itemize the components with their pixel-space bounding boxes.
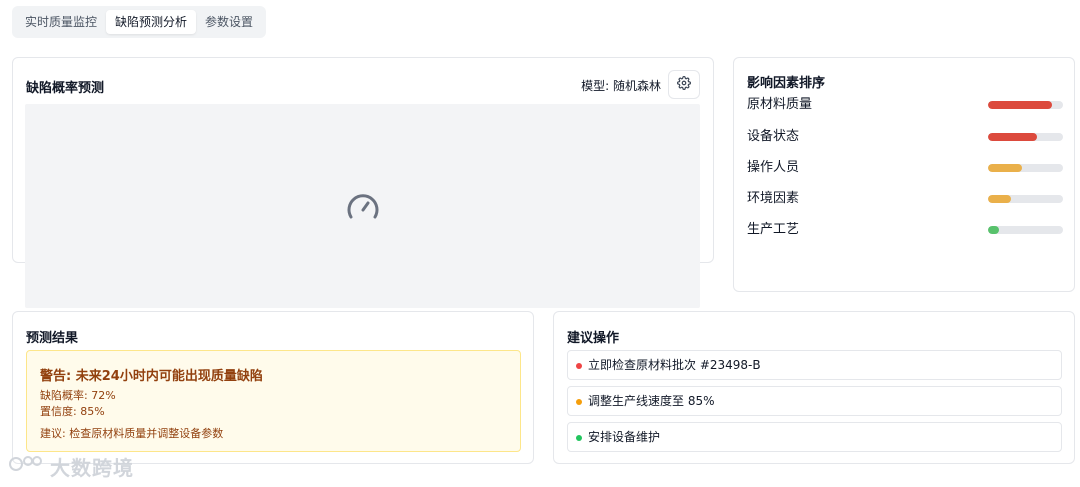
tab-parameter-settings[interactable]: 参数设置 [196,10,262,34]
action-item[interactable]: 立即检查原材料批次 #23498-B [567,350,1062,380]
watermark-text: 大数跨境 [50,456,134,480]
actions-title: 建议操作 [567,331,620,346]
factor-bar-fill [988,133,1037,141]
factor-label: 原材料质量 [747,97,813,112]
gear-icon [677,75,691,94]
factor-bar-track [988,164,1063,172]
settings-button[interactable] [668,70,700,99]
factor-bar-fill [988,226,1000,234]
action-text: 立即检查原材料批次 #23498-B [588,358,761,372]
factor-row: 设备状态 [747,127,1063,147]
tab-bar: 实时质量监控 缺陷预测分析 参数设置 [12,6,267,38]
factor-row: 生产工艺 [747,220,1063,240]
factors-title: 影响因素排序 [747,76,826,91]
action-text: 调整生产线速度至 85% [588,394,715,408]
factors-card: 影响因素排序 原材料质量 设备状态 操作人员 环境因素 生产工艺 [733,57,1075,292]
tab-realtime-monitor[interactable]: 实时质量监控 [16,10,106,34]
factor-label: 环境因素 [747,191,800,206]
defect-probability: 缺陷概率: 72% [40,389,116,402]
suggestion: 建议: 检查原材料质量并调整设备参数 [40,427,224,440]
model-label: 模型: 随机森林 [581,79,661,93]
status-dot-icon [576,399,582,405]
tab-defect-prediction[interactable]: 缺陷预测分析 [106,10,197,34]
prediction-title: 缺陷概率预测 [26,81,105,96]
factor-row: 环境因素 [747,189,1063,209]
result-title: 预测结果 [26,331,79,346]
factor-bar-fill [988,101,1052,109]
factor-label: 设备状态 [747,129,800,144]
watermark: 大数跨境 [8,452,134,481]
action-item[interactable]: 安排设备维护 [567,422,1062,452]
result-card: 预测结果 警告: 未来24小时内可能出现质量缺陷 缺陷概率: 72% 置信度: … [12,311,534,464]
status-dot-icon [576,435,582,441]
watermark-logo-icon [8,453,44,480]
gauge-icon [345,190,381,226]
prediction-chart-loading [25,104,700,308]
action-text: 安排设备维护 [588,430,661,444]
confidence: 置信度: 85% [40,405,105,418]
factor-bar-track [988,226,1063,234]
factor-bar-track [988,195,1063,203]
factor-bar-track [988,133,1063,141]
factor-label: 生产工艺 [747,222,800,237]
warning-title: 警告: 未来24小时内可能出现质量缺陷 [40,369,263,384]
status-dot-icon [576,363,582,369]
factor-label: 操作人员 [747,160,800,175]
factor-bar-track [988,101,1063,109]
factor-bar-fill [988,164,1022,172]
factor-bar-fill [988,195,1011,203]
warning-box: 警告: 未来24小时内可能出现质量缺陷 缺陷概率: 72% 置信度: 85% 建… [26,350,521,452]
action-item[interactable]: 调整生产线速度至 85% [567,386,1062,416]
actions-card: 建议操作 立即检查原材料批次 #23498-B 调整生产线速度至 85% 安排设… [553,311,1075,464]
factor-row: 操作人员 [747,158,1063,178]
factor-row: 原材料质量 [747,95,1063,115]
